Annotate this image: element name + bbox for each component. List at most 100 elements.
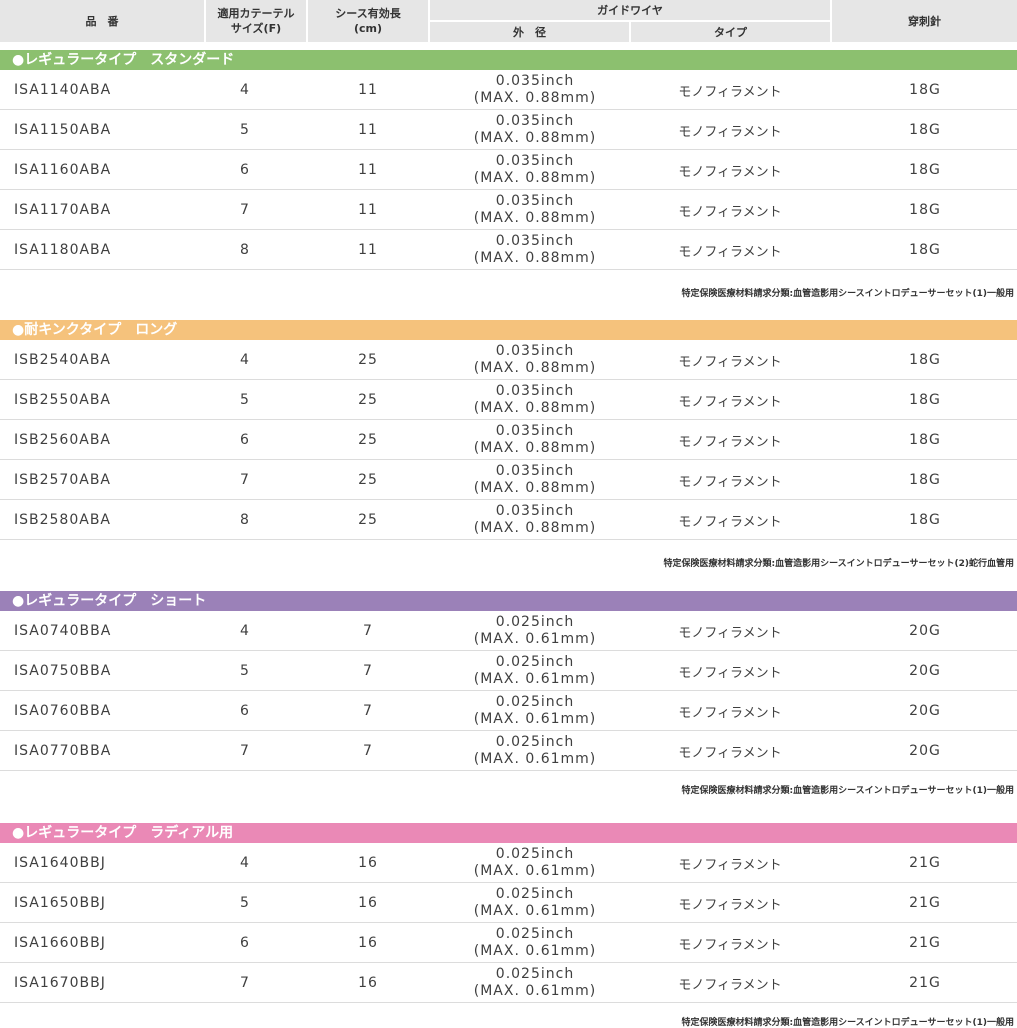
needle-gauge: 21G xyxy=(909,895,941,911)
guidewire-outer-diameter: 0.025inch (MAX. 0.61mm) xyxy=(430,611,640,651)
catheter-size: 6 xyxy=(240,935,250,951)
guidewire-outer-diameter: 0.025inch (MAX. 0.61mm) xyxy=(430,883,640,923)
section-band: ●レギュラータイプ ラディアル用 xyxy=(0,823,1017,843)
header-product-no: 品 番 xyxy=(0,0,204,42)
row-divider xyxy=(0,1002,1017,1003)
catheter-size: 8 xyxy=(240,242,250,258)
outer-diameter-inch: 0.035inch xyxy=(495,383,575,399)
guidewire-type: モノフィラメント xyxy=(678,354,782,370)
section-band: ●耐キンクタイプ ロング xyxy=(0,320,1017,340)
header-product-no-label: 品 番 xyxy=(85,14,119,28)
insurance-classification-note: 特定保険医療材料請求分類:血管造影用シースイントロデューサーセット(1)一般用 xyxy=(681,786,1014,796)
needle-gauge: 18G xyxy=(909,242,941,258)
guidewire-type: モノフィラメント xyxy=(678,977,782,993)
table-row: ISA1640BBJ 4 16 モノフィラメント 21G 0.025inch (MAX. 0… xyxy=(0,843,1017,883)
guidewire-type: モノフィラメント xyxy=(678,897,782,913)
sheath-length: 11 xyxy=(358,162,378,178)
guidewire-type: モノフィラメント xyxy=(678,937,782,953)
sheath-length: 25 xyxy=(358,512,378,528)
outer-diameter-inch: 0.035inch xyxy=(495,113,575,129)
sheath-length: 16 xyxy=(358,895,378,911)
guidewire-outer-diameter: 0.035inch (MAX. 0.88mm) xyxy=(430,500,640,540)
section-title: ●レギュラータイプ ショート xyxy=(12,593,207,609)
catheter-size: 5 xyxy=(240,663,250,679)
product-number: ISA1650BBJ xyxy=(14,895,106,911)
needle-gauge: 18G xyxy=(909,352,941,368)
outer-diameter-mm: (MAX. 0.88mm) xyxy=(473,520,597,536)
header-needle-label: 穿刺針 xyxy=(908,14,941,28)
outer-diameter-inch: 0.035inch xyxy=(495,463,575,479)
product-number: ISB2560ABA xyxy=(14,432,112,448)
guidewire-outer-diameter: 0.025inch (MAX. 0.61mm) xyxy=(430,923,640,963)
guidewire-type: モノフィラメント xyxy=(678,394,782,410)
guidewire-type: モノフィラメント xyxy=(678,745,782,761)
table-row: ISA0750BBA 5 7 モノフィラメント 20G 0.025inch (MAX. 0.… xyxy=(0,651,1017,691)
catheter-size: 5 xyxy=(240,392,250,408)
product-number: ISA1170ABA xyxy=(14,202,112,218)
sheath-length: 11 xyxy=(358,202,378,218)
outer-diameter-inch: 0.025inch xyxy=(495,734,575,750)
header-guidewire-label: ガイドワイヤ xyxy=(597,3,663,17)
outer-diameter-mm: (MAX. 0.88mm) xyxy=(473,360,597,376)
guidewire-type: モノフィラメント xyxy=(678,625,782,641)
header-sheath-length: シース有効長 (cm) xyxy=(308,0,428,42)
catheter-size: 5 xyxy=(240,895,250,911)
product-number: ISB2550ABA xyxy=(14,392,112,408)
outer-diameter-mm: (MAX. 0.61mm) xyxy=(473,671,597,687)
outer-diameter-mm: (MAX. 0.61mm) xyxy=(473,903,597,919)
outer-diameter-inch: 0.025inch xyxy=(495,926,575,942)
outer-diameter-mm: (MAX. 0.61mm) xyxy=(473,711,597,727)
header-guidewire: ガイドワイヤ xyxy=(430,0,830,20)
sheath-length: 25 xyxy=(358,352,378,368)
guidewire-type: モノフィラメント xyxy=(678,164,782,180)
needle-gauge: 18G xyxy=(909,512,941,528)
outer-diameter-mm: (MAX. 0.61mm) xyxy=(473,631,597,647)
outer-diameter-inch: 0.035inch xyxy=(495,233,575,249)
outer-diameter-inch: 0.035inch xyxy=(495,153,575,169)
table-row: ISA1180ABA 8 11 モノフィラメント 18G 0.035inch (MAX. 0… xyxy=(0,230,1017,270)
catheter-size: 7 xyxy=(240,743,250,759)
sheath-length: 7 xyxy=(363,703,373,719)
catheter-size: 6 xyxy=(240,432,250,448)
table-row: ISA1650BBJ 5 16 モノフィラメント 21G 0.025inch (MAX. 0… xyxy=(0,883,1017,923)
guidewire-type: モノフィラメント xyxy=(678,84,782,100)
outer-diameter-inch: 0.025inch xyxy=(495,694,575,710)
catheter-size: 4 xyxy=(240,623,250,639)
row-divider xyxy=(0,539,1017,540)
guidewire-outer-diameter: 0.035inch (MAX. 0.88mm) xyxy=(430,230,640,270)
guidewire-outer-diameter: 0.035inch (MAX. 0.88mm) xyxy=(430,380,640,420)
table-row: ISB2550ABA 5 25 モノフィラメント 18G 0.035inch (MAX. 0… xyxy=(0,380,1017,420)
sheath-length: 25 xyxy=(358,472,378,488)
needle-gauge: 20G xyxy=(909,703,941,719)
catheter-size: 6 xyxy=(240,703,250,719)
guidewire-outer-diameter: 0.035inch (MAX. 0.88mm) xyxy=(430,110,640,150)
catheter-size: 6 xyxy=(240,162,250,178)
product-number: ISA0760BBA xyxy=(14,703,112,719)
sheath-length: 25 xyxy=(358,392,378,408)
header-type: タイプ xyxy=(631,22,830,42)
product-number: ISA1670BBJ xyxy=(14,975,106,991)
table-row: ISA1670BBJ 7 16 モノフィラメント 21G 0.025inch (MAX. 0… xyxy=(0,963,1017,1003)
needle-gauge: 18G xyxy=(909,392,941,408)
outer-diameter-inch: 0.025inch xyxy=(495,846,575,862)
needle-gauge: 20G xyxy=(909,663,941,679)
needle-gauge: 21G xyxy=(909,855,941,871)
outer-diameter-mm: (MAX. 0.61mm) xyxy=(473,943,597,959)
catheter-size: 7 xyxy=(240,975,250,991)
outer-diameter-mm: (MAX. 0.61mm) xyxy=(473,983,597,999)
outer-diameter-inch: 0.035inch xyxy=(495,423,575,439)
guidewire-outer-diameter: 0.035inch (MAX. 0.88mm) xyxy=(430,340,640,380)
sheath-length: 7 xyxy=(363,743,373,759)
catheter-size: 8 xyxy=(240,512,250,528)
guidewire-outer-diameter: 0.035inch (MAX. 0.88mm) xyxy=(430,150,640,190)
outer-diameter-inch: 0.035inch xyxy=(495,343,575,359)
needle-gauge: 18G xyxy=(909,472,941,488)
guidewire-outer-diameter: 0.035inch (MAX. 0.88mm) xyxy=(430,70,640,110)
guidewire-outer-diameter: 0.035inch (MAX. 0.88mm) xyxy=(430,420,640,460)
product-number: ISA1660BBJ xyxy=(14,935,106,951)
guidewire-type: モノフィラメント xyxy=(678,124,782,140)
guidewire-type: モノフィラメント xyxy=(678,514,782,530)
outer-diameter-mm: (MAX. 0.88mm) xyxy=(473,170,597,186)
sheath-length: 16 xyxy=(358,855,378,871)
needle-gauge: 21G xyxy=(909,935,941,951)
